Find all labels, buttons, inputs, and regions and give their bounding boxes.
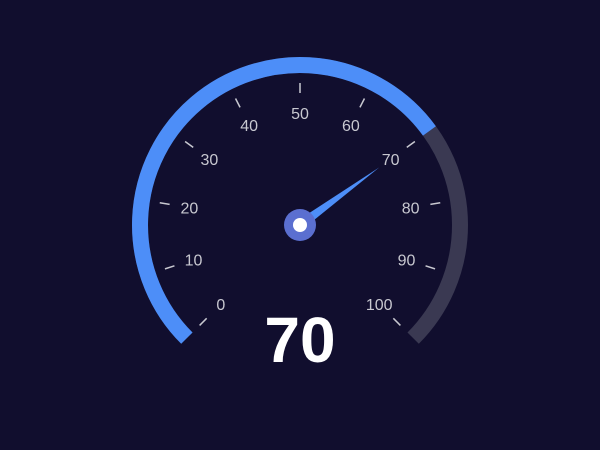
gauge-hub-inner	[293, 218, 307, 232]
gauge-tick-mark	[392, 317, 401, 326]
gauge-tick-label: 100	[366, 297, 393, 314]
gauge-tick-label: 0	[216, 297, 225, 314]
gauge-tick-mark	[199, 317, 208, 326]
gauge-tick-label: 70	[382, 152, 400, 169]
gauge-chart: 0 10 20 30 40 50 60 70 80 90 100 70	[132, 57, 468, 376]
gauge-tick-label: 50	[291, 106, 309, 123]
gauge-tick-mark	[406, 140, 416, 149]
gauge-tick-mark	[430, 202, 441, 206]
gauge-tick-label: 20	[180, 200, 198, 217]
gauge-tick-label: 40	[240, 118, 258, 135]
gauge-tick-label: 80	[402, 200, 420, 217]
gauge-tick-label: 10	[185, 253, 203, 270]
gauge-tick-label: 60	[342, 118, 360, 135]
gauge-panel: 0 10 20 30 40 50 60 70 80 90 100 70	[0, 0, 600, 450]
gauge-tick-label: 30	[200, 152, 218, 169]
gauge-value-readout: 70	[264, 304, 335, 376]
gauge-tick-mark	[359, 98, 366, 108]
gauge-tick-mark	[164, 265, 175, 270]
gauge-tick-mark	[425, 265, 436, 270]
gauge-tick-label: 90	[398, 253, 416, 270]
gauge-tick-mark	[159, 202, 170, 206]
gauge-tick-mark	[184, 140, 194, 149]
gauge-tick-mark	[234, 98, 241, 108]
